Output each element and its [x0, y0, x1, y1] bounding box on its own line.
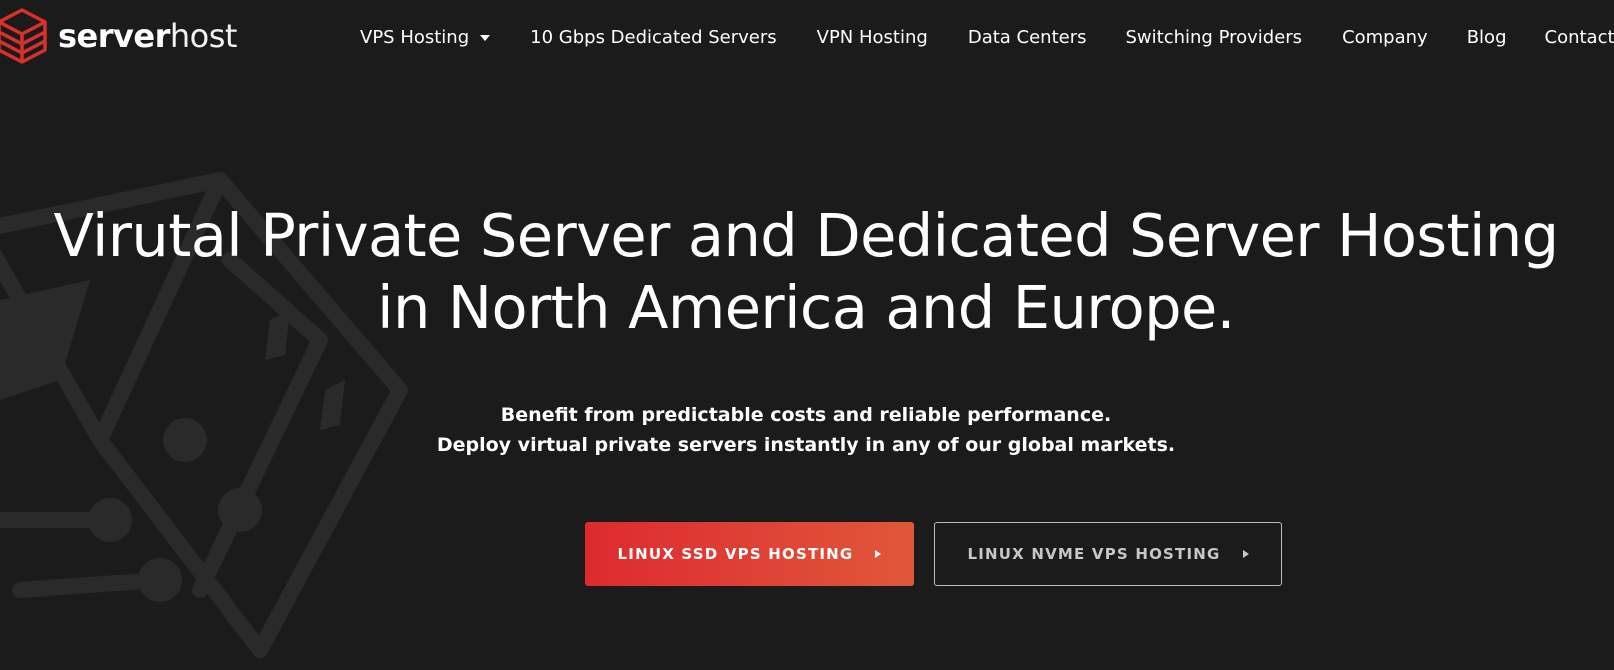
nav-item-label: Switching Providers	[1125, 26, 1303, 48]
nav-item-label: Contact	[1544, 26, 1614, 48]
linux-ssd-vps-hosting-button[interactable]: LINUX SSD VPS HOSTING	[585, 522, 914, 586]
nav-item-vpn-hosting[interactable]: VPN Hosting	[817, 27, 928, 48]
play-arrow-icon	[875, 550, 882, 558]
nav-item-contact[interactable]: Contact	[1545, 27, 1614, 48]
nav-item-label: 10 Gbps Dedicated Servers	[530, 26, 777, 48]
main-nav: VPS Hosting 10 Gbps Dedicated Servers VP…	[360, 0, 1614, 74]
serverhost-logo[interactable]: serverhost	[0, 6, 237, 66]
nav-item-label: VPN Hosting	[816, 26, 928, 48]
nav-item-label: Company	[1342, 26, 1428, 48]
hero-subtitle: Benefit from predictable costs and relia…	[0, 400, 1614, 460]
nav-item-company[interactable]: Company	[1342, 27, 1428, 48]
logo-text-bold: server	[58, 17, 170, 55]
nav-item-data-centers[interactable]: Data Centers	[968, 27, 1087, 48]
hero-title-line-1: Virutal Private Server and Dedicated Ser…	[53, 201, 1560, 270]
button-label: LINUX NVME VPS HOSTING	[967, 545, 1221, 563]
nav-item-dedicated-servers[interactable]: 10 Gbps Dedicated Servers	[530, 27, 777, 48]
server-cube-icon	[0, 8, 47, 64]
nav-item-vps-hosting[interactable]: VPS Hosting	[360, 26, 491, 48]
hero-title-line-2: in North America and Europe.	[377, 273, 1235, 342]
nav-item-blog[interactable]: Blog	[1467, 27, 1507, 48]
nav-item-label: Data Centers	[967, 26, 1087, 48]
nav-item-switching-providers[interactable]: Switching Providers	[1126, 27, 1303, 48]
hero-subtitle-line-2: Deploy virtual private servers instantly…	[436, 434, 1176, 456]
logo-text-light: host	[169, 17, 238, 55]
caret-down-icon	[480, 35, 491, 41]
nav-item-label: VPS Hosting	[360, 26, 470, 48]
button-label: LINUX SSD VPS HOSTING	[617, 545, 854, 563]
site-header: serverhost VPS Hosting 10 Gbps Dedicated…	[0, 0, 1614, 74]
logo-wordmark: serverhost	[58, 17, 237, 55]
hero-subtitle-line-1: Benefit from predictable costs and relia…	[500, 404, 1112, 426]
linux-nvme-vps-hosting-button[interactable]: LINUX NVME VPS HOSTING	[934, 522, 1282, 586]
page: serverhost VPS Hosting 10 Gbps Dedicated…	[0, 0, 1614, 670]
play-arrow-icon	[1242, 550, 1249, 558]
hero-title: Virutal Private Server and Dedicated Ser…	[0, 200, 1614, 344]
nav-item-label: Blog	[1466, 26, 1507, 48]
